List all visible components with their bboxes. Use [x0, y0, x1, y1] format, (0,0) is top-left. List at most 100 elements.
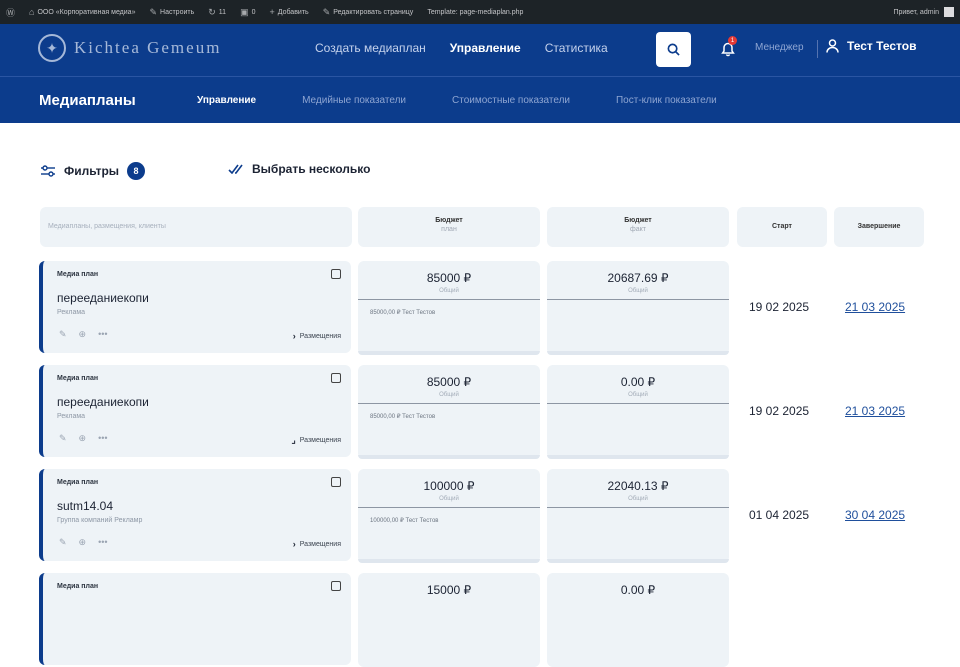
start-date: 01 04 2025	[749, 508, 810, 522]
user-icon	[826, 39, 839, 53]
card-kind: Медиа план	[57, 375, 99, 382]
end-date-link[interactable]: 30 04 2025	[845, 508, 905, 522]
end-date-link[interactable]: 21 03 2025	[845, 404, 905, 418]
nav-create-mediaplan[interactable]: Создать медиаплан	[315, 41, 426, 55]
budget-fact-cell: 0.00 ₽	[547, 573, 729, 667]
budget-plan-sub: Общий	[439, 288, 459, 294]
user-menu[interactable]: Тест Тестов	[826, 39, 916, 53]
tab-management[interactable]: Управление	[197, 95, 256, 106]
divider	[547, 403, 729, 404]
budget-fact-value: 20687.69 ₽	[607, 271, 669, 285]
wp-site-link[interactable]: ⌂ ООО «Корпоративная медиа»	[29, 7, 135, 17]
cell-edge	[547, 559, 729, 563]
pencil-icon: ✎	[322, 6, 331, 17]
tab-postclick-metrics[interactable]: Пост-клик показатели	[616, 95, 717, 106]
wp-add-label: Добавить	[277, 8, 309, 16]
placements-toggle[interactable]: › Размещения	[293, 331, 341, 341]
wp-comments-link[interactable]: ▣ 0	[240, 7, 255, 18]
budget-fact-value: 22040.13 ₽	[607, 479, 669, 493]
refresh-icon: ↻	[208, 6, 216, 17]
filters-button[interactable]: Фильтры 8	[40, 162, 146, 180]
start-date: 19 02 2025	[749, 300, 810, 314]
wordpress-icon: Ⓦ	[6, 7, 16, 18]
corner-down-icon: ⌟	[291, 435, 296, 445]
wp-site-name: ООО «Корпоративная медиа»	[37, 8, 136, 16]
cell-edge	[547, 455, 729, 459]
more-icon[interactable]: •••	[98, 537, 107, 548]
divider	[547, 299, 729, 300]
filters-count-badge: 8	[127, 162, 146, 180]
filters-label: Фильтры	[64, 164, 120, 178]
mediaplan-card[interactable]: Медиа план	[39, 573, 351, 665]
wp-template-info: Template: page-mediaplan.php	[427, 9, 523, 16]
select-checkbox[interactable]	[331, 269, 341, 279]
tab-cost-metrics[interactable]: Стоимостные показатели	[452, 95, 570, 106]
budget-plan-value: 85000 ₽	[426, 271, 472, 285]
header-divider	[817, 40, 818, 58]
nav-statistics[interactable]: Статистика	[545, 41, 608, 55]
budget-plan-cell: 15000 ₽	[358, 573, 540, 667]
end-date-link[interactable]: 21 03 2025	[845, 300, 905, 314]
search-input[interactable]: Медиапланы, размещения, клиенты	[40, 207, 352, 247]
placements-label: Размещения	[299, 437, 341, 444]
plus-icon: +	[269, 7, 275, 17]
mediaplan-card[interactable]: Медиа план переедание­копи Реклама ✎ ⊕ •…	[39, 261, 351, 353]
notifications-button[interactable]: 1	[718, 36, 738, 59]
cell-edge	[547, 351, 729, 355]
wp-updates-link[interactable]: ↻ 11	[208, 7, 226, 18]
wp-logo-menu[interactable]: Ⓦ	[6, 6, 15, 19]
more-icon[interactable]: •••	[98, 433, 107, 444]
column-budget-plan[interactable]: Бюджет план	[358, 207, 540, 247]
select-checkbox[interactable]	[331, 581, 341, 591]
user-name: Тест Тестов	[847, 39, 917, 53]
edit-icon[interactable]: ✎	[59, 537, 67, 548]
more-icon[interactable]: •••	[98, 329, 107, 340]
wp-edit-page-link[interactable]: ✎ Редактировать страницу	[323, 7, 414, 18]
nav-management[interactable]: Управление	[450, 41, 521, 55]
mediaplan-card[interactable]: Медиа план sutm14.04 Группа компаний Рек…	[39, 469, 351, 561]
edit-icon[interactable]: ✎	[59, 329, 67, 340]
column-budget-fact[interactable]: Бюджет факт	[547, 207, 729, 247]
placements-label: Размещения	[299, 332, 341, 340]
client-name: Группа компаний Рекламр	[57, 517, 143, 524]
wp-customize-link[interactable]: ✎ Настроить	[149, 7, 194, 18]
tab-media-metrics[interactable]: Медийные показатели	[302, 95, 406, 106]
logo[interactable]: ✦ Kichtea Gemeum	[38, 34, 221, 62]
mediaplan-card[interactable]: Медиа план переедание­копи Реклама ✎ ⊕ •…	[39, 365, 351, 457]
search-button[interactable]	[656, 32, 691, 67]
site-header: ✦ Kichtea Gemeum Создать медиаплан Управ…	[0, 24, 960, 76]
budget-fact-cell: 22040.13 ₽ Общий	[547, 469, 729, 563]
copy-icon[interactable]: ⊕	[79, 329, 87, 340]
user-role: Менеджер	[755, 42, 804, 53]
edit-icon[interactable]: ✎	[59, 433, 67, 444]
wp-admin-bar: Ⓦ ⌂ ООО «Корпоративная медиа» ✎ Настроить …	[0, 0, 960, 24]
chevron-right-icon: ›	[292, 539, 296, 549]
budget-fact-cell: 20687.69 ₽ Общий	[547, 261, 729, 355]
page-title: Медиапланы	[39, 92, 136, 109]
section-tabs: Управление Медийные показатели Стоимостн…	[197, 95, 717, 106]
placements-toggle[interactable]: › Размещения	[293, 539, 341, 549]
budget-plan-cell: 85000 ₽ Общий 85000,00 ₽ Тест Тестов	[358, 365, 540, 459]
wp-account-menu[interactable]: Привет, admin	[893, 7, 954, 17]
budget-fact-value: 0.00 ₽	[620, 375, 656, 389]
wp-avatar	[944, 7, 954, 17]
select-checkbox[interactable]	[331, 477, 341, 487]
budget-plan-value: 85000 ₽	[426, 375, 472, 389]
budget-plan-value: 15000 ₽	[426, 583, 472, 597]
wp-add-new-link[interactable]: + Добавить	[269, 7, 308, 17]
multi-select-button[interactable]: Выбрать несколько	[228, 162, 370, 176]
budget-fact-sub: Общий	[628, 496, 648, 502]
mediaplan-name: переедание­копи	[57, 291, 149, 305]
placements-toggle[interactable]: ⌟ Размещения	[291, 435, 341, 446]
copy-icon[interactable]: ⊕	[79, 433, 87, 444]
divider	[358, 507, 540, 508]
column-end[interactable]: Завершение	[834, 207, 924, 247]
card-kind: Медиа план	[57, 271, 99, 278]
column-start[interactable]: Старт	[737, 207, 827, 247]
copy-icon[interactable]: ⊕	[79, 537, 87, 548]
search-icon	[667, 43, 680, 56]
top-nav: Создать медиаплан Управление Статистика	[315, 41, 608, 55]
select-checkbox[interactable]	[331, 373, 341, 383]
multi-select-label: Выбрать несколько	[252, 162, 371, 176]
client-name: Реклама	[57, 309, 86, 316]
